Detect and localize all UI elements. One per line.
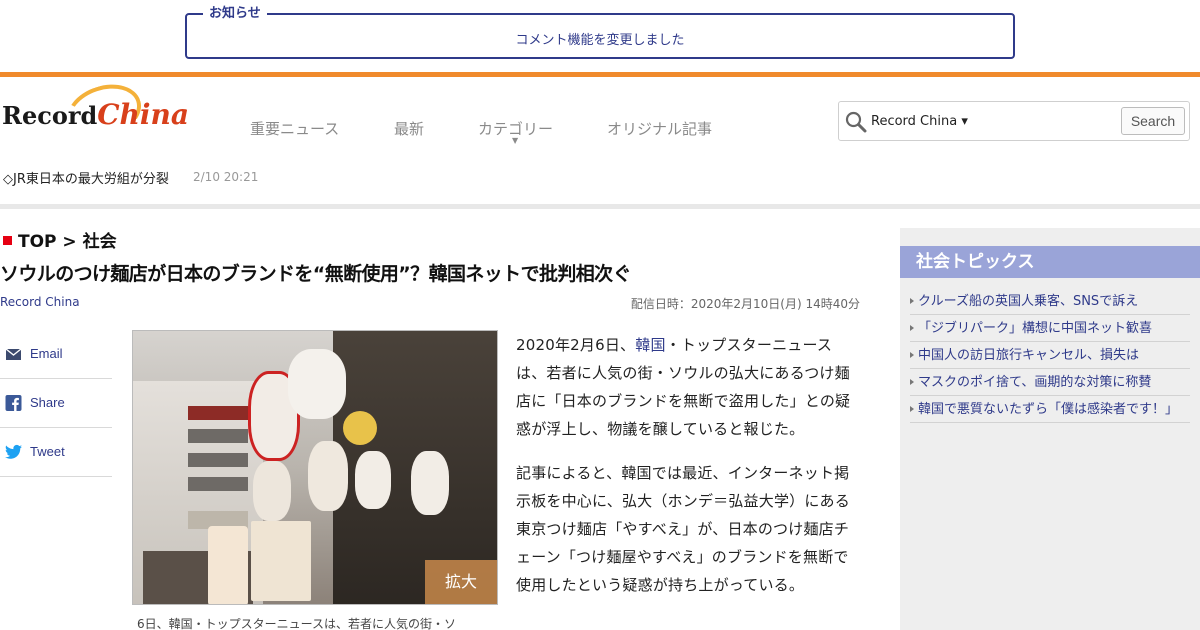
ticker-headline[interactable]: ◇JR東日本の最大労組が分裂	[3, 168, 169, 187]
topic-label: 「ジブリパーク」構想に中国ネット歓喜	[918, 321, 1153, 336]
topic-item[interactable]: 韓国で悪質ないたずら「僕は感染者です！」	[910, 396, 1190, 423]
site-logo[interactable]: RecordChina	[2, 75, 189, 149]
photo-window	[188, 477, 248, 491]
breadcrumb: TOP > 社会	[3, 227, 117, 252]
arrow-icon	[910, 325, 914, 331]
share-buttons: Email Share Tweet	[0, 330, 112, 477]
twitter-share-button[interactable]: Tweet	[0, 428, 112, 477]
photo-sign	[188, 406, 248, 420]
notice-box[interactable]: お知らせ コメント機能を変更しました	[185, 6, 1015, 59]
nav-item-important[interactable]: 重要ニュース	[250, 118, 339, 139]
search-scope-select[interactable]: Record China ▾	[871, 114, 968, 129]
arrow-icon	[910, 406, 914, 412]
photo-star-sign	[343, 411, 377, 445]
paragraph-1-lead: 2020年2月6日、	[516, 336, 636, 354]
notice-label: お知らせ	[203, 6, 267, 22]
facebook-share-label: Share	[30, 395, 65, 410]
email-share-button[interactable]: Email	[0, 330, 112, 379]
photo-lantern	[411, 451, 449, 515]
breadcrumb-separator: >	[56, 232, 83, 252]
photo-lantern	[308, 441, 348, 511]
photo-expand-button[interactable]: 拡大	[425, 560, 497, 604]
article-paragraph-2: 記事によると、韓国では最近、インターネット掲示板を中心に、弘大（ホンデ＝弘益大学…	[516, 464, 850, 594]
article-source[interactable]: Record China	[0, 295, 80, 309]
photo-window	[188, 453, 248, 467]
twitter-icon	[5, 444, 22, 459]
topic-label: マスクのポイ捨て、画期的な対策に称賛	[918, 375, 1152, 390]
topic-item[interactable]: マスクのポイ捨て、画期的な対策に称賛	[910, 369, 1190, 396]
breadcrumb-top[interactable]: TOP	[18, 232, 57, 252]
facebook-share-button[interactable]: Share	[0, 379, 112, 428]
topic-item[interactable]: 「ジブリパーク」構想に中国ネット歓喜	[910, 315, 1190, 342]
photo-lantern	[288, 349, 346, 419]
topic-item[interactable]: クルーズ船の英国人乗客、SNSで訴え	[910, 288, 1190, 315]
topic-label: 中国人の訪日旅行キャンセル、損失は	[918, 348, 1140, 363]
arrow-icon	[910, 379, 914, 385]
topic-list: クルーズ船の英国人乗客、SNSで訴え 「ジブリパーク」構想に中国ネット歓喜 中国…	[910, 288, 1190, 423]
breadcrumb-marker	[3, 236, 12, 245]
photo-menu-board	[208, 526, 248, 604]
logo-text: RecordChina	[2, 98, 189, 131]
facebook-icon	[5, 395, 22, 411]
topic-label: 韓国で悪質ないたずら「僕は感染者です！」	[918, 402, 1179, 417]
article-title: ソウルのつけ麺店が日本のブランドを“無断使用”？韓国ネットで批判相次ぐ	[0, 263, 632, 285]
topic-item[interactable]: 中国人の訪日旅行キャンセル、損失は	[910, 342, 1190, 369]
arrow-icon	[910, 352, 914, 358]
photo-lantern	[355, 451, 391, 509]
chevron-down-icon: ▼	[512, 136, 519, 145]
arrow-icon	[910, 298, 914, 304]
korea-link[interactable]: 韓国	[635, 336, 665, 354]
sidebar-title: 社会トピックス	[900, 246, 1200, 278]
article-photo[interactable]: 拡大	[132, 330, 498, 605]
photo-window	[188, 429, 248, 443]
header-divider	[0, 72, 1200, 77]
topic-label: クルーズ船の英国人乗客、SNSで訴え	[918, 294, 1139, 309]
logo-text-right: China	[97, 98, 190, 131]
twitter-share-label: Tweet	[30, 444, 65, 459]
photo-lantern	[253, 461, 291, 521]
email-icon	[5, 348, 22, 360]
nav-item-original[interactable]: オリジナル記事	[607, 118, 712, 139]
article-paragraph-1: 2020年2月6日、韓国・トップスターニュースは、若者に人気の街・ソウルの弘大に…	[516, 331, 856, 443]
search-box: Record China ▾ Search	[838, 101, 1190, 141]
section-divider	[0, 204, 1200, 209]
ticker-time: 2/10 20:21	[193, 170, 259, 184]
nav-item-latest[interactable]: 最新	[394, 118, 424, 139]
photo-menu-board	[251, 521, 311, 601]
email-label: Email	[30, 346, 63, 361]
nav-item-category[interactable]: カテゴリー ▼	[478, 118, 553, 145]
logo-text-left: Record	[2, 101, 98, 130]
notice-text[interactable]: コメント機能を変更しました	[187, 29, 1013, 48]
photo-caption: 6日、韓国・トップスターニュースは、若者に人気の街・ソ	[137, 617, 457, 630]
sidebar: 社会トピックス クルーズ船の英国人乗客、SNSで訴え 「ジブリパーク」構想に中国…	[900, 228, 1200, 630]
article-pubdate: 配信日時：2020年2月10日(月) 14時40分	[630, 297, 860, 311]
search-icon	[845, 111, 867, 133]
search-button[interactable]: Search	[1121, 107, 1185, 135]
breadcrumb-section[interactable]: 社会	[83, 232, 117, 252]
